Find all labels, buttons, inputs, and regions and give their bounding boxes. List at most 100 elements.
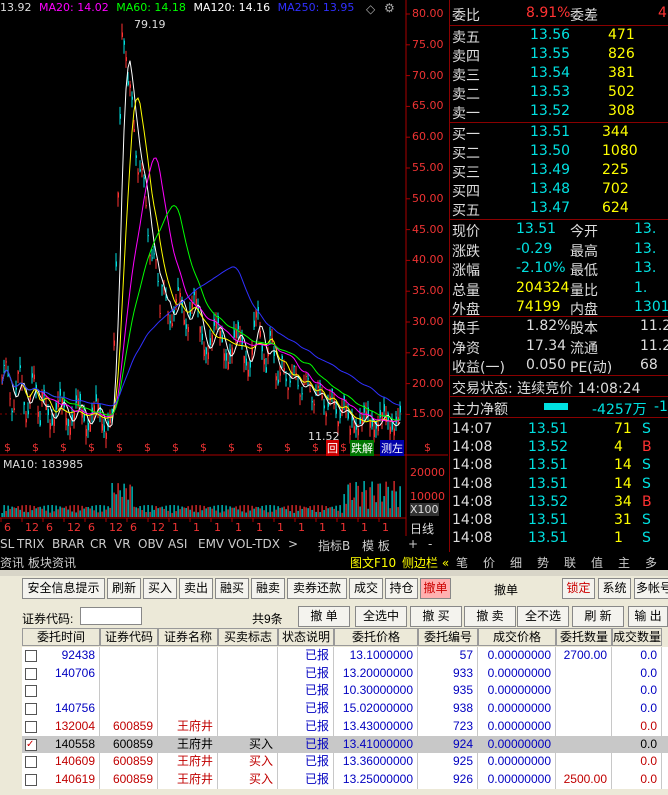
quote-row: 交易状态: 连续竞价 14:08:24 (450, 377, 668, 397)
action-button[interactable]: 撤 单 (298, 606, 350, 627)
right-button[interactable]: 系统 (598, 578, 631, 599)
kline-chart[interactable]: 61261261261211111111111$$$$$$$$$$$$$$$$ … (0, 0, 448, 552)
bid-label: 买三 (452, 165, 480, 181)
volume-bar (275, 509, 277, 517)
period-label[interactable]: 日线 (410, 520, 434, 537)
tab-f10[interactable]: 图文F10 (350, 554, 396, 571)
stat-label2: 最高 (570, 243, 598, 260)
column-header[interactable]: 成交数量 (612, 628, 662, 646)
action-button[interactable]: 全不选 (517, 606, 569, 627)
column-header[interactable]: 成交价格 (478, 628, 556, 646)
toolbar-button[interactable]: 刷新 (107, 578, 141, 599)
indicator-tab[interactable]: > (288, 537, 298, 551)
order-row[interactable]: 132004 600859 王府井 已报 13.43000000 723 0.0000000… (0, 717, 668, 736)
column-header[interactable]: 证券代码 (100, 628, 158, 646)
diamond-icon[interactable]: ◇ (366, 2, 375, 16)
toolbar-button[interactable]: 安全信息提示 (22, 578, 105, 599)
side-tab[interactable]: 笔 (456, 554, 468, 571)
stat2-label2: 股本 (570, 321, 598, 337)
tab-zixun[interactable]: 资讯 (0, 554, 24, 571)
order-row[interactable]: 140609 600859 王府井 买入 已报 13.36000000 925 0.00000… (0, 753, 668, 772)
indicator-tab[interactable]: - (428, 537, 432, 551)
candle-body (57, 400, 59, 407)
toolbar-button[interactable]: 买入 (143, 578, 177, 599)
indicator-tab[interactable]: VOL-TDX (228, 537, 280, 551)
indicator-tab[interactable]: + (408, 537, 418, 551)
order-row[interactable]: 140619 600859 王府井 买入 已报 13.25000000 926 0.00000… (0, 770, 668, 789)
volume-bar (141, 510, 143, 517)
toolbar-button[interactable]: 持仓 (385, 578, 418, 599)
side-tab[interactable]: 多 (645, 554, 657, 571)
volume-bar (165, 505, 167, 517)
indicator-tab[interactable]: CR (90, 537, 107, 551)
right-button[interactable]: 多帐号 (634, 578, 668, 599)
action-button[interactable]: 刷 新 (572, 606, 624, 627)
action-button[interactable]: 撤 卖 (464, 606, 516, 627)
action-button[interactable]: 输 出 (628, 606, 668, 627)
candle-body (33, 374, 35, 380)
order-row[interactable]: 已报 10.30000000 935 0.00000000 0.0 (0, 682, 668, 701)
indicator-tab[interactable]: BRAR (52, 537, 85, 551)
indicator-tab[interactable]: 模 板 (362, 537, 390, 554)
toolbar-button[interactable]: 融卖 (251, 578, 285, 599)
volume-bar (229, 506, 231, 517)
column-header[interactable]: 委托价格 (334, 628, 418, 646)
candle-body (19, 365, 21, 369)
toolbar-button[interactable]: 卖出 (179, 578, 213, 599)
toolbar-button[interactable]: 融买 (215, 578, 249, 599)
right-button[interactable]: 锁定 (562, 578, 595, 599)
column-header[interactable]: 买卖标志 (218, 628, 278, 646)
column-header[interactable]: 委托时间 (22, 628, 100, 646)
order-row[interactable]: 140756 已报 15.02000000 938 0.00000000 0.0 (0, 700, 668, 719)
volume-bar (201, 510, 203, 517)
action-button[interactable]: 撤 买 (410, 606, 462, 627)
volume-bar (19, 509, 21, 517)
settings-icon[interactable]: ⚙ (384, 1, 395, 15)
indicator-tab[interactable]: SL (0, 537, 14, 551)
order-row[interactable]: 92438 已报 13.1000000 57 0.00000000 2700.00 0.0 (0, 647, 668, 665)
zhuli-label: 主力净额 (452, 402, 508, 418)
code-input[interactable] (80, 607, 142, 625)
candle-body (115, 261, 117, 267)
candle-body (153, 253, 155, 255)
indicator-tab[interactable]: VR (114, 537, 131, 551)
volume-bar (163, 508, 165, 517)
grid-left-gutter (0, 628, 22, 795)
cell-dq: 0.0 (612, 717, 662, 736)
side-tab[interactable]: 势 (537, 554, 549, 571)
toolbar-button[interactable]: 撤单 (420, 578, 451, 599)
volume-bar (329, 507, 331, 517)
toolbar-button[interactable]: 卖券还款 (287, 578, 347, 599)
order-row[interactable]: 140706 已报 13.20000000 933 0.00000000 0.0 (0, 664, 668, 683)
volume-bar (189, 509, 191, 517)
indicator-tab[interactable]: ASI (168, 537, 187, 551)
volume-bar (135, 507, 137, 517)
order-row[interactable]: ✓ 140558 600859 王府井 买入 已报 13.41000000 924 0.0000… (0, 735, 668, 754)
tab-bankuai[interactable]: 板块资讯 (28, 554, 76, 571)
side-tab[interactable]: 值 (591, 554, 603, 571)
signal-mark: $ (60, 441, 67, 454)
indicator-tab[interactable]: OBV (138, 537, 164, 551)
column-header[interactable]: 状态说明 (278, 628, 334, 646)
side-tab[interactable]: 价 (483, 554, 495, 571)
peak-label: 79.19 (134, 18, 166, 31)
candle-body (235, 330, 237, 338)
column-header[interactable]: 证券名称 (158, 628, 218, 646)
action-button[interactable]: 全选中 (355, 606, 407, 627)
candle-body (279, 372, 281, 376)
indicator-tab[interactable]: EMV (198, 537, 224, 551)
stat-label2: 量比 (570, 282, 598, 299)
side-tab[interactable]: 联 (564, 554, 576, 571)
indicator-tab[interactable]: TRIX (17, 537, 44, 551)
side-tab[interactable]: 主 (618, 554, 630, 571)
volume-bar (5, 510, 7, 517)
side-tab[interactable]: 细 (510, 554, 522, 571)
stat2-label2: 流通 (570, 340, 598, 357)
indicator-tab[interactable]: 指标B (318, 537, 350, 554)
date-label: 6 (88, 521, 95, 534)
column-header[interactable]: 委托编号 (418, 628, 478, 646)
column-header[interactable]: 委托数量 (556, 628, 612, 646)
tab-sidebar[interactable]: 侧边栏 « (402, 554, 449, 571)
volume-bar (383, 496, 385, 517)
toolbar-button[interactable]: 成交 (349, 578, 383, 599)
